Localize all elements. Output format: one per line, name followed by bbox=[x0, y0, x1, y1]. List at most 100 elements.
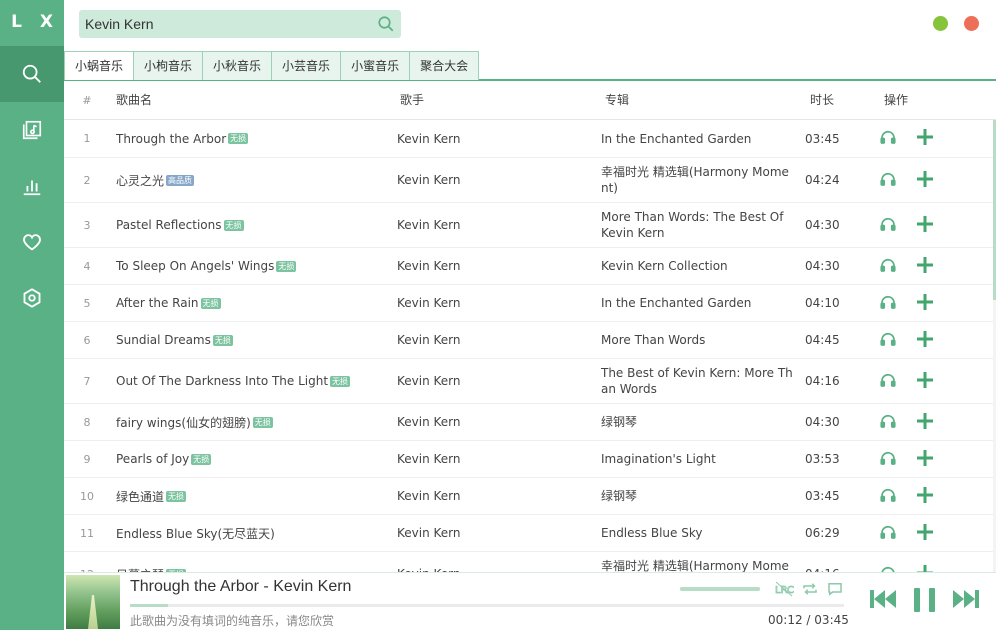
table-row[interactable]: 10 绿色通道 无损 Kevin Kern 绿钢琴 03:45 bbox=[64, 478, 996, 515]
add-to-list-button[interactable] bbox=[917, 449, 933, 469]
sidebar-item-leaderboard[interactable] bbox=[0, 158, 64, 214]
plus-icon bbox=[917, 129, 933, 148]
singer: Kevin Kern bbox=[397, 552, 597, 572]
table-row[interactable]: 7 Out Of The Darkness Into The Light 无损 Kev… bbox=[64, 359, 996, 404]
sidebar-item-favorites[interactable] bbox=[0, 214, 64, 270]
listen-button[interactable] bbox=[879, 449, 897, 470]
sidebar-item-search[interactable] bbox=[0, 46, 64, 102]
listen-button[interactable] bbox=[879, 256, 897, 277]
previous-button[interactable] bbox=[869, 587, 897, 615]
progress-bar[interactable] bbox=[130, 604, 844, 607]
listen-button[interactable] bbox=[879, 523, 897, 544]
plus-icon bbox=[917, 256, 933, 276]
tab-source-2[interactable]: 小枸音乐 bbox=[134, 52, 204, 80]
duration: 04:10 bbox=[805, 296, 840, 310]
table-row[interactable]: 3 Pastel Reflections 无损 Kevin Kern More Than… bbox=[64, 203, 996, 248]
listen-button[interactable] bbox=[879, 412, 897, 433]
song-name: Sundial Dreams bbox=[116, 333, 211, 347]
headphones-icon bbox=[879, 295, 897, 314]
minimize-button[interactable] bbox=[933, 16, 948, 31]
tab-group: 小蜗音乐 小枸音乐 小秋音乐 小芸音乐 小蜜音乐 聚合大会 bbox=[64, 51, 480, 80]
album-cover[interactable] bbox=[66, 575, 120, 629]
album: 绿钢琴 bbox=[601, 489, 638, 503]
listen-button[interactable] bbox=[879, 564, 897, 572]
search-submit-button[interactable] bbox=[377, 15, 395, 37]
headphones-icon bbox=[879, 488, 897, 507]
next-button[interactable] bbox=[952, 587, 980, 615]
listen-button[interactable] bbox=[879, 170, 897, 191]
pause-button[interactable] bbox=[912, 587, 938, 617]
volume-fill bbox=[680, 587, 760, 591]
play-mode-button[interactable] bbox=[801, 580, 819, 602]
listen-button[interactable] bbox=[879, 486, 897, 507]
singer: Kevin Kern bbox=[397, 173, 461, 187]
sidebar-item-settings[interactable] bbox=[0, 270, 64, 326]
tab-source-3[interactable]: 小秋音乐 bbox=[203, 52, 273, 80]
add-to-list-button[interactable] bbox=[917, 371, 933, 391]
row-number: 5 bbox=[83, 296, 91, 310]
volume-slider[interactable] bbox=[680, 587, 760, 591]
duration: 06:29 bbox=[805, 526, 840, 540]
row-number: 11 bbox=[80, 526, 94, 540]
table-row[interactable]: 11 Endless Blue Sky(无尽蓝天) Kevin Kern Endles… bbox=[64, 515, 996, 552]
tab-source-5[interactable]: 小蜜音乐 bbox=[341, 52, 411, 80]
add-to-list-button[interactable] bbox=[917, 129, 933, 148]
song-name-cell: fairy wings(仙女的翅膀) 无损 bbox=[116, 404, 392, 440]
table-header: # 歌曲名 歌手 专辑 时长 操作 bbox=[64, 81, 996, 120]
add-to-list-button[interactable] bbox=[917, 486, 933, 506]
table-row[interactable]: 6 Sundial Dreams 无损 Kevin Kern More Than Wor… bbox=[64, 322, 996, 359]
add-to-list-button[interactable] bbox=[917, 256, 933, 276]
song-name: 绿色通道 bbox=[116, 489, 165, 504]
row-number: 6 bbox=[83, 333, 91, 347]
search-input[interactable] bbox=[85, 10, 365, 38]
sidebar-item-library[interactable] bbox=[0, 102, 64, 158]
close-button[interactable] bbox=[964, 16, 979, 31]
table-row[interactable]: 5 After the Rain 无损 Kevin Kern In the Enchan… bbox=[64, 285, 996, 322]
headphones-icon bbox=[879, 414, 897, 433]
row-number: 8 bbox=[83, 415, 91, 429]
add-to-list-button[interactable] bbox=[917, 330, 933, 350]
table-row[interactable]: 4 To Sleep On Angels' Wings 无损 Kevin Kern Ke… bbox=[64, 248, 996, 285]
row-number: 4 bbox=[83, 259, 91, 273]
singer: Kevin Kern bbox=[397, 131, 461, 146]
table-row[interactable]: 12 日暮之琴无损Kevin Kern 幸福时光 精选辑(Harmony Momen… bbox=[64, 552, 996, 572]
listen-button[interactable] bbox=[879, 330, 897, 351]
plus-icon bbox=[917, 170, 933, 190]
table-row[interactable]: 1 Through the Arbor 无损 Kevin Kern In the Enc… bbox=[64, 120, 996, 158]
song-name-cell: Pastel Reflections 无损 bbox=[116, 203, 392, 247]
song-name: fairy wings(仙女的翅膀) bbox=[116, 415, 251, 430]
plus-icon bbox=[917, 523, 933, 543]
song-name-cell: To Sleep On Angels' Wings 无损 bbox=[116, 248, 392, 284]
table-row[interactable]: 9 Pearls of Joy 无损 Kevin Kern Imagination's … bbox=[64, 441, 996, 478]
add-to-list-button[interactable] bbox=[917, 215, 933, 235]
quality-badge: 无损 bbox=[252, 416, 273, 428]
listen-button[interactable] bbox=[879, 371, 897, 392]
album: In the Enchanted Garden bbox=[601, 131, 752, 146]
table-row[interactable]: 8 fairy wings(仙女的翅膀) 无损 Kevin Kern 绿钢琴 04:30 bbox=[64, 404, 996, 441]
table-row[interactable]: 2 心灵之光 高品质 Kevin Kern 幸福时光 精选辑(Harmony Momen… bbox=[64, 158, 996, 203]
plus-icon bbox=[917, 371, 933, 391]
row-actions bbox=[876, 248, 946, 284]
add-to-list-button[interactable] bbox=[917, 293, 933, 313]
row-actions bbox=[876, 404, 946, 440]
desktop-lyric-button[interactable]: LRC bbox=[774, 580, 794, 602]
quality-badge: 无损 bbox=[166, 490, 187, 502]
add-to-list-button[interactable] bbox=[917, 412, 933, 432]
quality-badge: 无损 bbox=[276, 260, 297, 272]
add-to-list-button[interactable] bbox=[917, 564, 933, 572]
listen-button[interactable] bbox=[879, 128, 897, 149]
app-logo: L X bbox=[11, 12, 59, 32]
headphones-icon bbox=[879, 332, 897, 351]
headphones-icon bbox=[879, 451, 897, 470]
header-singer: 歌手 bbox=[400, 93, 425, 107]
comment-button[interactable] bbox=[826, 580, 844, 602]
listen-button[interactable] bbox=[879, 215, 897, 236]
tab-source-1[interactable]: 小蜗音乐 bbox=[65, 52, 135, 80]
tab-source-4[interactable]: 小芸音乐 bbox=[272, 52, 342, 80]
tab-source-6[interactable]: 聚合大会 bbox=[410, 52, 479, 80]
singer: Kevin Kern bbox=[397, 296, 461, 310]
row-number: 9 bbox=[83, 452, 91, 466]
add-to-list-button[interactable] bbox=[917, 523, 933, 543]
add-to-list-button[interactable] bbox=[917, 170, 933, 190]
listen-button[interactable] bbox=[879, 293, 897, 314]
